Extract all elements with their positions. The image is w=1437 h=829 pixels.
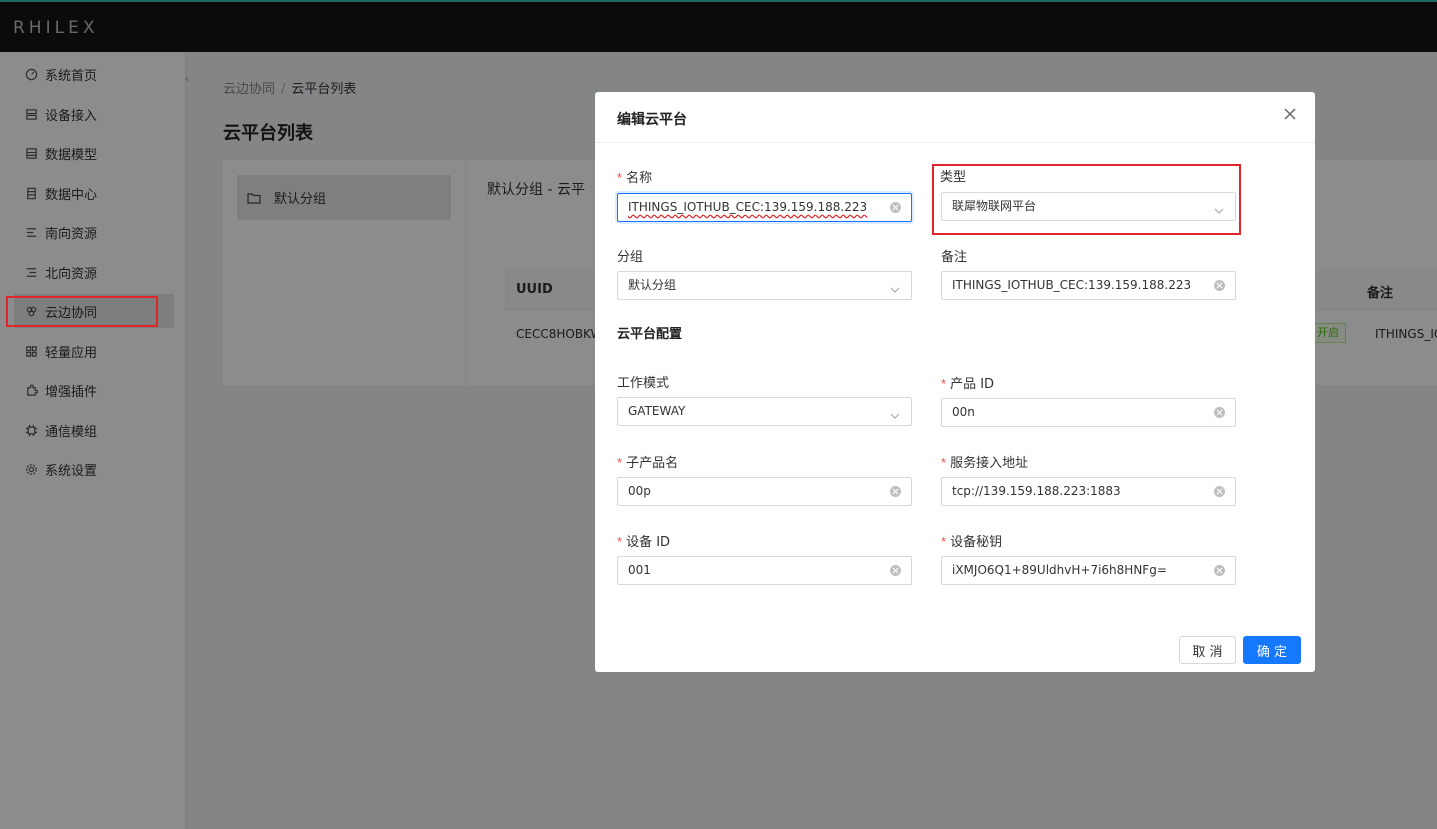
modal-header: 编辑云平台: [595, 92, 1315, 143]
server-addr-input[interactable]: tcp://139.159.188.223:1883: [941, 477, 1236, 506]
clear-icon[interactable]: [1214, 565, 1225, 576]
server-addr-value: tcp://139.159.188.223:1883: [952, 484, 1121, 498]
highlight-box-type: [932, 164, 1241, 235]
clear-icon[interactable]: [1214, 280, 1225, 291]
device-id-input[interactable]: 001: [617, 556, 912, 585]
remark-value: ITHINGS_IOTHUB_CEC:139.159.188.223: [952, 278, 1192, 292]
clear-icon[interactable]: [890, 565, 901, 576]
product-id-input[interactable]: 00n: [941, 398, 1236, 427]
name-input[interactable]: ITHINGS_IOTHUB_CEC:139.159.188.223: [617, 193, 912, 222]
close-icon[interactable]: [1283, 107, 1299, 123]
product-id-value: 00n: [952, 405, 975, 419]
highlight-box-sidebar: [6, 296, 158, 327]
mode-value: GATEWAY: [628, 404, 686, 418]
sub-product-value: 00p: [628, 484, 651, 498]
name-label: * 名称: [617, 170, 653, 186]
group-label: 分组: [617, 250, 644, 265]
name-value: ITHINGS_IOTHUB_CEC:139.159.188.223: [628, 200, 868, 214]
device-secret-input[interactable]: iXMJO6Q1+89UldhvH+7i6h8HNFg=: [941, 556, 1236, 585]
chevron-down-icon: [889, 405, 901, 419]
clear-icon[interactable]: [890, 486, 901, 497]
chevron-down-icon: [889, 279, 901, 293]
sub-product-label: * 子产品名: [617, 455, 679, 471]
confirm-button[interactable]: 确 定: [1243, 636, 1301, 664]
group-select[interactable]: 默认分组: [617, 271, 912, 300]
mode-select[interactable]: GATEWAY: [617, 397, 912, 426]
clear-icon[interactable]: [1214, 486, 1225, 497]
sub-product-input[interactable]: 00p: [617, 477, 912, 506]
device-secret-label: * 设备秘钥: [941, 534, 1003, 550]
device-secret-value: iXMJO6Q1+89UldhvH+7i6h8HNFg=: [952, 563, 1167, 577]
modal-title: 编辑云平台: [617, 112, 687, 128]
mode-label: 工作模式: [617, 376, 670, 391]
device-id-label: * 设备 ID: [617, 534, 671, 550]
remark-input[interactable]: ITHINGS_IOTHUB_CEC:139.159.188.223: [941, 271, 1236, 300]
server-addr-label: * 服务接入地址: [941, 455, 1029, 471]
product-id-label: * 产品 ID: [941, 376, 995, 392]
cancel-button[interactable]: 取 消: [1179, 636, 1236, 664]
clear-icon[interactable]: [890, 202, 901, 213]
group-value: 默认分组: [628, 278, 677, 292]
section-title: 云平台配置: [617, 327, 683, 342]
clear-icon[interactable]: [1214, 407, 1225, 418]
device-id-value: 001: [628, 563, 651, 577]
remark-label: 备注: [941, 250, 968, 265]
